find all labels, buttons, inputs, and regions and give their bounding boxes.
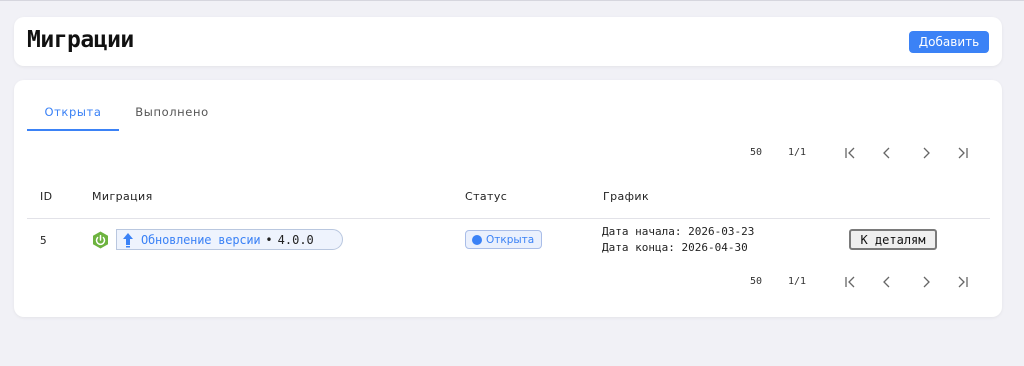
per-page-count[interactable]: 50 (750, 276, 762, 287)
tab-completed[interactable]: Выполнено (127, 98, 217, 131)
per-page-count[interactable]: 50 (750, 147, 762, 158)
migration-label: Обновление версии (141, 232, 261, 247)
status-badge: Открыта (465, 230, 542, 249)
details-button[interactable]: К деталям (849, 229, 937, 250)
top-border (0, 0, 1024, 1)
tab-open[interactable]: Открыта (27, 98, 119, 131)
status-label: Открыта (486, 233, 535, 246)
next-page-icon[interactable] (918, 274, 934, 290)
last-page-icon[interactable] (955, 145, 971, 161)
first-page-icon[interactable] (842, 274, 858, 290)
pagination-top: 50 1/1 (14, 145, 1002, 161)
status-dot-icon (472, 234, 482, 245)
migrations-card: Открыта Выполнено 50 1/1 ID Миграция Ста… (14, 80, 1002, 317)
header-card: Миграции Добавить (14, 17, 1002, 66)
prev-page-icon[interactable] (879, 274, 895, 290)
migration-version: 4.0.0 (277, 232, 314, 247)
page-title: Миграции (27, 27, 134, 53)
page-info: 1/1 (788, 147, 807, 158)
migration-link[interactable]: Обновление версии • 4.0.0 (116, 229, 343, 250)
start-date: Дата начала: 2026-03-23 (602, 225, 755, 238)
spring-power-icon (92, 231, 109, 249)
column-header-schedule: График (603, 190, 650, 203)
last-page-icon[interactable] (955, 274, 971, 290)
add-button[interactable]: Добавить (909, 31, 989, 53)
page-info: 1/1 (788, 276, 807, 287)
upgrade-arrow-icon (121, 232, 135, 248)
next-page-icon[interactable] (918, 145, 934, 161)
first-page-icon[interactable] (842, 145, 858, 161)
table-divider (27, 218, 990, 219)
prev-page-icon[interactable] (879, 145, 895, 161)
column-header-status: Статус (465, 190, 508, 203)
pagination-bottom: 50 1/1 (14, 274, 1002, 290)
end-date: Дата конца: 2026-04-30 (602, 241, 748, 254)
migration-separator: • (265, 232, 273, 247)
row-id: 5 (40, 234, 47, 247)
column-header-id: ID (40, 190, 53, 203)
column-header-migration: Миграция (92, 190, 153, 203)
